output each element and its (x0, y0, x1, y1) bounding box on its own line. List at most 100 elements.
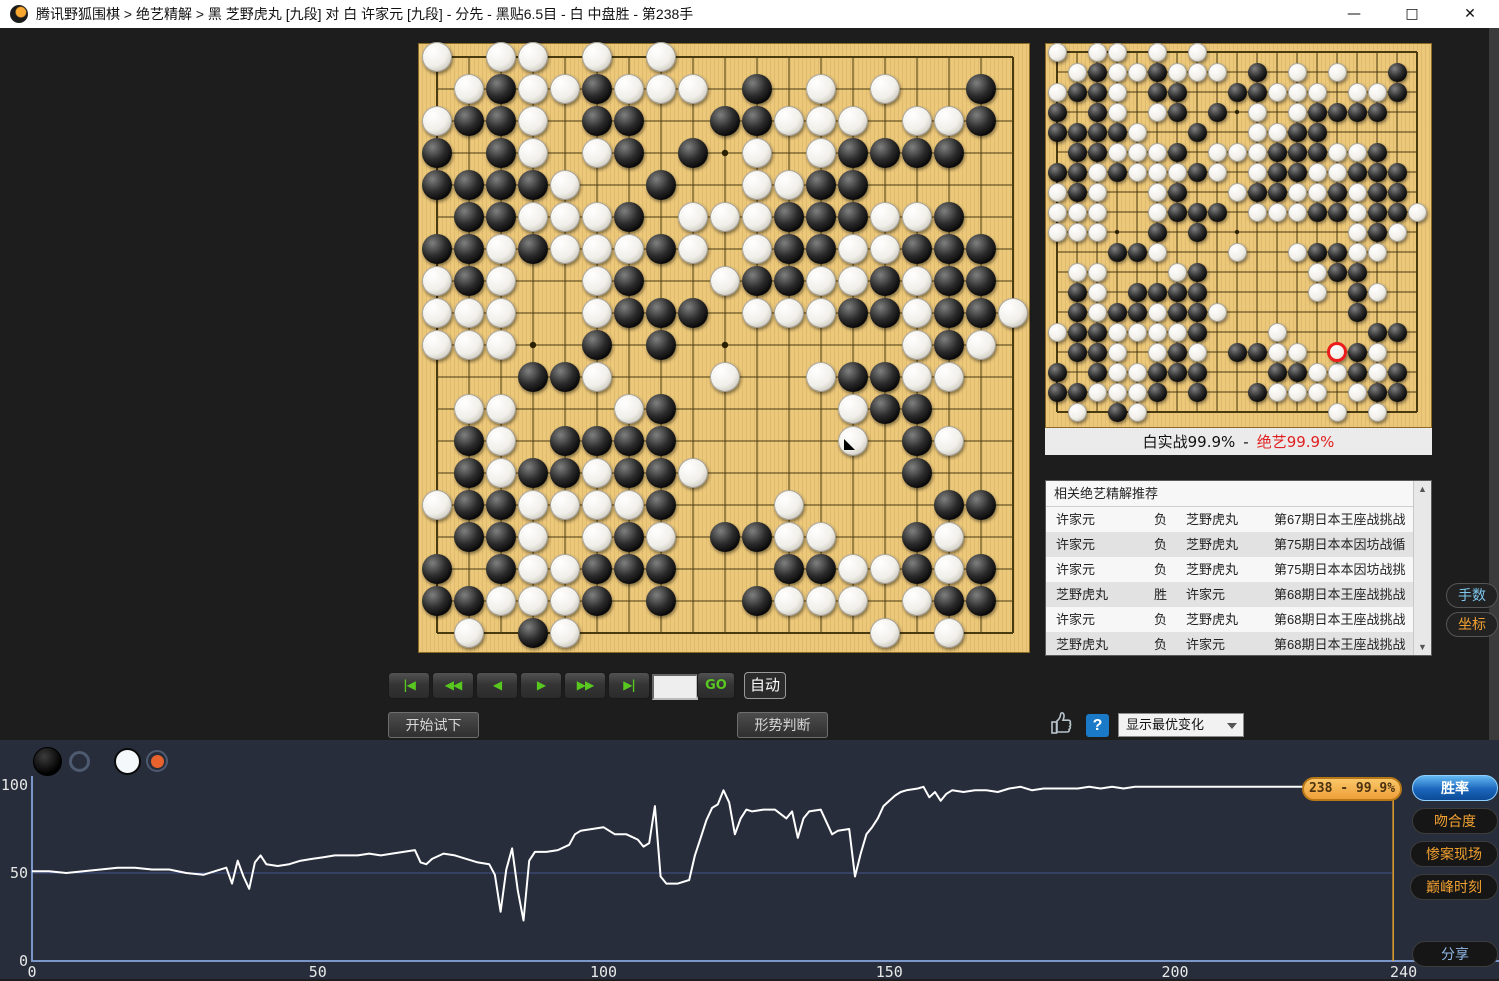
white-stone (486, 586, 516, 616)
recommendation-scrollbar[interactable]: ▲ ▼ (1413, 481, 1431, 655)
start-trial-button[interactable]: 开始试下 (388, 712, 479, 738)
white-stone-toggle-icon[interactable] (114, 748, 141, 775)
x-axis-tick-label: 240 (1390, 963, 1418, 981)
white-stone (1107, 42, 1127, 62)
black-stone (1087, 142, 1107, 162)
minimize-button[interactable]: — (1325, 6, 1383, 22)
thumbs-up-icon[interactable] (1048, 710, 1076, 743)
white-stone (614, 74, 644, 104)
black-stone (838, 170, 868, 200)
white-stone (870, 202, 900, 232)
move-number-input[interactable] (652, 674, 698, 700)
fast-forward-button[interactable]: ▶▶ (564, 672, 606, 699)
close-button[interactable]: ✕ (1441, 6, 1499, 22)
black-stone (870, 298, 900, 328)
main-go-board[interactable] (418, 42, 1030, 653)
game-record-row[interactable]: 许家元 负 芝野虎丸 第68期日本王座战挑战 (1046, 607, 1414, 632)
black-stone (934, 266, 964, 296)
white-stone (1267, 82, 1287, 102)
white-stone (1407, 202, 1427, 222)
coordinates-button[interactable]: 坐标 (1446, 612, 1498, 637)
white-stone (1347, 142, 1367, 162)
black-stone (934, 330, 964, 360)
maximize-button[interactable]: □ (1383, 6, 1441, 22)
black-stone (806, 170, 836, 200)
white-stone (1267, 122, 1287, 142)
event-name: 第68期日本王座战挑战 (1274, 612, 1406, 627)
white-actual-winrate: 白实战99.9% (1142, 433, 1236, 451)
white-stone (1147, 342, 1167, 362)
black-stone (1087, 362, 1107, 382)
game-record-row[interactable]: 芝野虎丸 胜 许家元 第68期日本王座战挑战 (1046, 582, 1414, 607)
black-stone (486, 170, 516, 200)
player1: 许家元 (1056, 537, 1096, 552)
white-stone (742, 202, 772, 232)
black-stone (1167, 82, 1187, 102)
window-controls: — □ ✕ (1325, 0, 1499, 28)
black-stone (902, 138, 932, 168)
back-button[interactable]: ◀ (476, 672, 518, 699)
white-stone (1307, 262, 1327, 282)
move-numbers-button[interactable]: 手数 (1446, 583, 1498, 608)
black-stone (838, 202, 868, 232)
white-stone (518, 74, 548, 104)
black-stone (1227, 82, 1247, 102)
white-stone (1307, 382, 1327, 402)
black-stone (1267, 182, 1287, 202)
winrate-chart-section (0, 740, 1499, 979)
game-record-row[interactable]: 芝野虎丸 负 许家元 第68期日本王座战挑战 (1046, 632, 1414, 655)
game-record-row[interactable]: 许家元 负 芝野虎丸 第75期日本本因坊战挑 (1046, 557, 1414, 582)
first-move-button[interactable]: |◀ (388, 672, 430, 699)
empty-ring-toggle-icon[interactable] (69, 751, 90, 772)
black-stone (774, 554, 804, 584)
player2: 芝野虎丸 (1186, 512, 1239, 527)
last-move-button[interactable]: ▶| (608, 672, 650, 699)
scroll-down-icon[interactable]: ▼ (1414, 642, 1431, 652)
black-stone (422, 170, 452, 200)
auto-play-button[interactable]: 自动 (744, 672, 786, 699)
black-stone (454, 202, 484, 232)
scroll-up-icon[interactable]: ▲ (1414, 484, 1431, 494)
player2: 芝野虎丸 (1186, 537, 1239, 552)
last-move-triangle-marker (844, 439, 855, 450)
share-button[interactable]: 分享 (1412, 941, 1498, 967)
white-stone (550, 586, 580, 616)
white-stone (1187, 62, 1207, 82)
white-stone (518, 138, 548, 168)
black-stone (1047, 122, 1067, 142)
forward-button[interactable]: ▶ (520, 672, 562, 699)
black-stone (614, 522, 644, 552)
white-stone (902, 362, 932, 392)
white-stone (1267, 322, 1287, 342)
black-stone (1067, 162, 1087, 182)
white-stone (1147, 162, 1167, 182)
white-stone (1167, 62, 1187, 82)
black-stone (966, 554, 996, 584)
black-stone (1267, 142, 1287, 162)
go-button[interactable]: GO (697, 672, 735, 699)
white-stone (806, 266, 836, 296)
black-stone (486, 202, 516, 232)
orange-dot-toggle-icon[interactable] (146, 750, 168, 772)
position-judgement-button[interactable]: 形势判断 (737, 712, 828, 738)
white-stone (1347, 202, 1367, 222)
white-stone (550, 490, 580, 520)
black-stone (1327, 262, 1347, 282)
blunder-scene-tab-button[interactable]: 惨案现场 (1410, 841, 1498, 867)
black-stone-toggle-icon[interactable] (33, 747, 62, 776)
game-record-row[interactable]: 许家元 负 芝野虎丸 第67期日本王座战挑战 (1046, 507, 1414, 532)
winrate-tab-button[interactable]: 胜率 (1412, 775, 1498, 801)
white-stone (422, 266, 452, 296)
black-stone (1187, 382, 1207, 402)
match-rate-tab-button[interactable]: 吻合度 (1412, 808, 1498, 834)
show-best-variation-dropdown[interactable]: 显示最优变化 (1118, 713, 1244, 737)
game-record-row[interactable]: 许家元 负 芝野虎丸 第75期日本本因坊战循 (1046, 532, 1414, 557)
help-icon[interactable]: ? (1086, 714, 1109, 737)
white-stone (1367, 362, 1387, 382)
event-name: 第75期日本本因坊战挑 (1274, 562, 1406, 577)
black-stone (550, 426, 580, 456)
analysis-go-board[interactable] (1045, 42, 1432, 428)
peak-moment-tab-button[interactable]: 巅峰时刻 (1410, 874, 1498, 900)
fast-back-button[interactable]: ◀◀ (432, 672, 474, 699)
white-stone (1087, 42, 1107, 62)
